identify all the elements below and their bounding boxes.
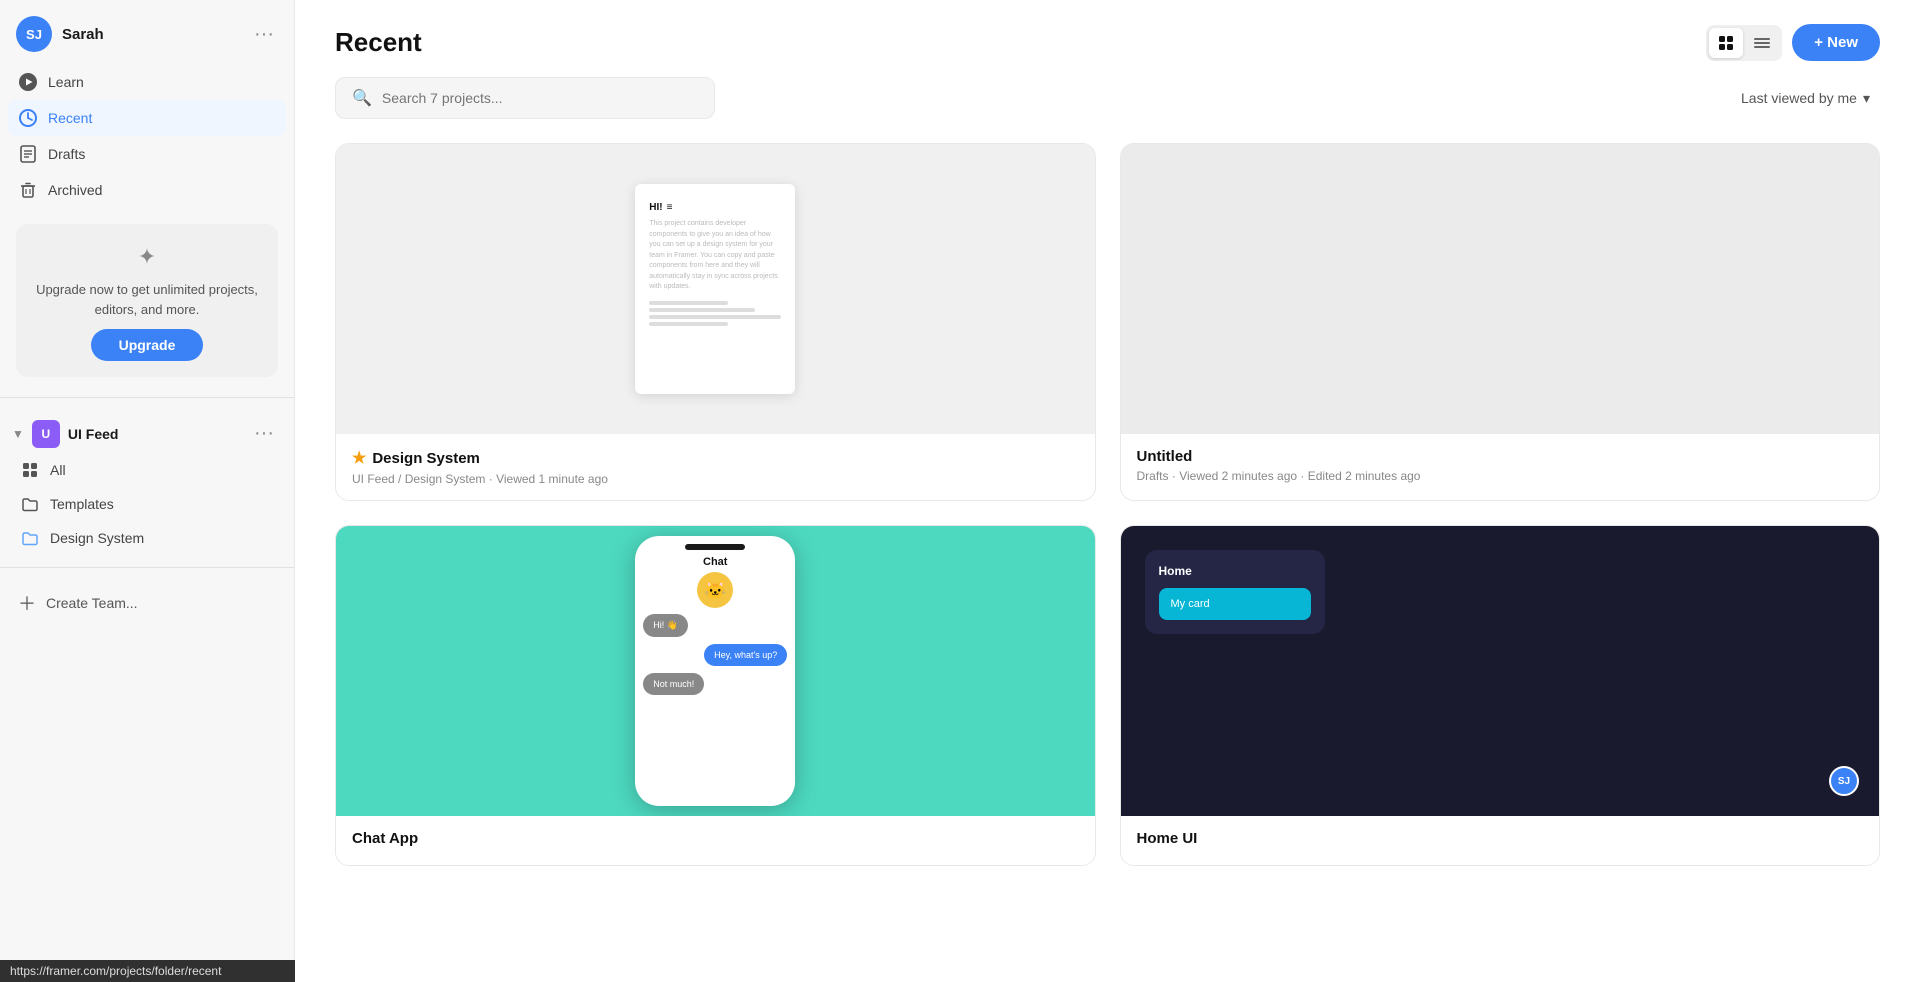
project-info-chat: Chat App <box>336 816 1095 865</box>
main-header: Recent <box>295 0 1920 77</box>
project-info-design-system: ★ Design System UI Feed / Design System … <box>336 434 1095 500</box>
project-name-home: Home UI <box>1137 830 1864 847</box>
sidebar-item-templates[interactable]: Templates <box>4 487 286 521</box>
user-avatar: SJ <box>16 16 52 52</box>
header-actions: + New <box>1706 24 1880 61</box>
sparkle-icon: ✦ <box>138 244 156 270</box>
project-thumb-design-system: HI! ≡ This project contains developer co… <box>336 144 1095 434</box>
chat-area: Hi! 👋 Hey, what's up? Not much! <box>635 612 795 697</box>
chat-bubble-received-1: Hi! 👋 <box>643 614 688 637</box>
design-system-label: Design System <box>50 530 144 546</box>
search-icon: 🔍 <box>352 88 372 108</box>
project-meta-untitled: Drafts · Viewed 2 minutes ago · Edited 2… <box>1137 469 1864 483</box>
projects-grid: HI! ≡ This project contains developer co… <box>295 143 1920 906</box>
sidebar-divider <box>0 397 294 398</box>
sidebar-item-learn[interactable]: Learn <box>8 64 286 100</box>
sj-badge: SJ <box>1829 766 1859 796</box>
user-info[interactable]: SJ Sarah <box>16 16 104 52</box>
project-card-home[interactable]: Home My card SJ Home UI <box>1120 525 1881 866</box>
search-input[interactable] <box>382 90 698 106</box>
trash-icon <box>18 180 38 200</box>
ds-thumb: HI! ≡ This project contains developer co… <box>635 184 795 394</box>
username: Sarah <box>62 26 104 43</box>
project-info-home: Home UI <box>1121 816 1880 865</box>
chat-header: Chat <box>635 550 795 572</box>
draft-icon <box>18 144 38 164</box>
project-thumb-untitled <box>1121 144 1880 434</box>
folder-blue-icon <box>20 528 40 548</box>
archived-label: Archived <box>48 182 102 198</box>
user-more-button[interactable]: ··· <box>250 19 278 50</box>
sort-select[interactable]: Last viewed by me ▾ <box>1731 84 1880 113</box>
team-avatar: U <box>32 420 60 448</box>
sort-chevron-icon: ▾ <box>1863 90 1870 107</box>
all-grid-icon <box>20 460 40 480</box>
phone-avatar-row: 🐱 <box>635 572 795 608</box>
folder-icon <box>20 494 40 514</box>
grid-view-button[interactable] <box>1709 28 1743 58</box>
phone-mockup: Chat 🐱 Hi! 👋 Hey, what's up? Not much! <box>635 536 795 806</box>
view-toggle <box>1706 25 1782 61</box>
upgrade-button[interactable]: Upgrade <box>91 329 204 361</box>
search-bar: 🔍 Last viewed by me ▾ <box>335 77 1880 119</box>
status-bar: https://framer.com/projects/folder/recen… <box>0 960 295 982</box>
plus-icon: ＋ <box>18 590 36 616</box>
sort-label: Last viewed by me <box>1741 90 1857 106</box>
page-title: Recent <box>335 27 422 58</box>
create-team-button[interactable]: ＋ Create Team... <box>8 580 286 626</box>
project-thumb-chat: Chat 🐱 Hi! 👋 Hey, what's up? Not much! <box>336 526 1095 816</box>
sidebar-divider-2 <box>0 567 294 568</box>
project-card-untitled[interactable]: Untitled Drafts · Viewed 2 minutes ago ·… <box>1120 143 1881 501</box>
recent-label: Recent <box>48 110 92 126</box>
upgrade-text: Upgrade now to get unlimited projects, e… <box>32 280 262 319</box>
create-team-label: Create Team... <box>46 595 138 611</box>
project-card-chat[interactable]: Chat 🐱 Hi! 👋 Hey, what's up? Not much! C… <box>335 525 1096 866</box>
sidebar-item-all[interactable]: All <box>4 453 286 487</box>
project-card-design-system[interactable]: HI! ≡ This project contains developer co… <box>335 143 1096 501</box>
star-icon: ★ <box>352 448 366 468</box>
sidebar-user-header: SJ Sarah ··· <box>0 0 294 60</box>
sidebar-item-recent[interactable]: Recent <box>8 100 286 136</box>
clock-icon <box>18 108 38 128</box>
main-nav: Learn Recent Drafts <box>0 60 294 212</box>
team-chevron-icon: ▼ <box>12 427 24 441</box>
project-name-chat: Chat App <box>352 830 1079 847</box>
status-url: https://framer.com/projects/folder/recen… <box>10 964 221 978</box>
project-info-untitled: Untitled Drafts · Viewed 2 minutes ago ·… <box>1121 434 1880 497</box>
project-name-untitled: Untitled <box>1137 448 1864 465</box>
upgrade-box: ✦ Upgrade now to get unlimited projects,… <box>16 224 278 377</box>
chat-bubble-sent-1: Hey, what's up? <box>704 644 787 666</box>
team-section: ▼ U UI Feed ··· All <box>0 406 294 559</box>
project-name-design-system: ★ Design System <box>352 448 1079 468</box>
list-view-button[interactable] <box>1745 28 1779 58</box>
sidebar-item-drafts[interactable]: Drafts <box>8 136 286 172</box>
project-meta-design-system: UI Feed / Design System · Viewed 1 minut… <box>352 472 1079 486</box>
home-card: Home My card <box>1145 550 1325 634</box>
search-input-wrap[interactable]: 🔍 <box>335 77 715 119</box>
templates-label: Templates <box>50 496 114 512</box>
team-name-row[interactable]: ▼ U UI Feed <box>12 420 118 448</box>
drafts-label: Drafts <box>48 146 85 162</box>
sidebar-item-design-system[interactable]: Design System <box>4 521 286 555</box>
new-project-button[interactable]: + New <box>1792 24 1880 61</box>
play-icon <box>18 72 38 92</box>
chat-bubble-received-2: Not much! <box>643 673 704 695</box>
team-header: ▼ U UI Feed ··· <box>4 410 286 453</box>
sidebar: SJ Sarah ··· Learn Recent <box>0 0 295 982</box>
project-thumb-home: Home My card SJ <box>1121 526 1880 816</box>
learn-label: Learn <box>48 74 84 90</box>
home-card-title: Home <box>1159 564 1311 578</box>
team-name: UI Feed <box>68 426 119 442</box>
all-label: All <box>50 462 66 478</box>
my-card: My card <box>1159 588 1311 620</box>
sidebar-item-archived[interactable]: Archived <box>8 172 286 208</box>
team-more-button[interactable]: ··· <box>250 418 278 449</box>
main-content: Recent <box>295 0 1920 982</box>
chat-avatar: 🐱 <box>697 572 733 608</box>
